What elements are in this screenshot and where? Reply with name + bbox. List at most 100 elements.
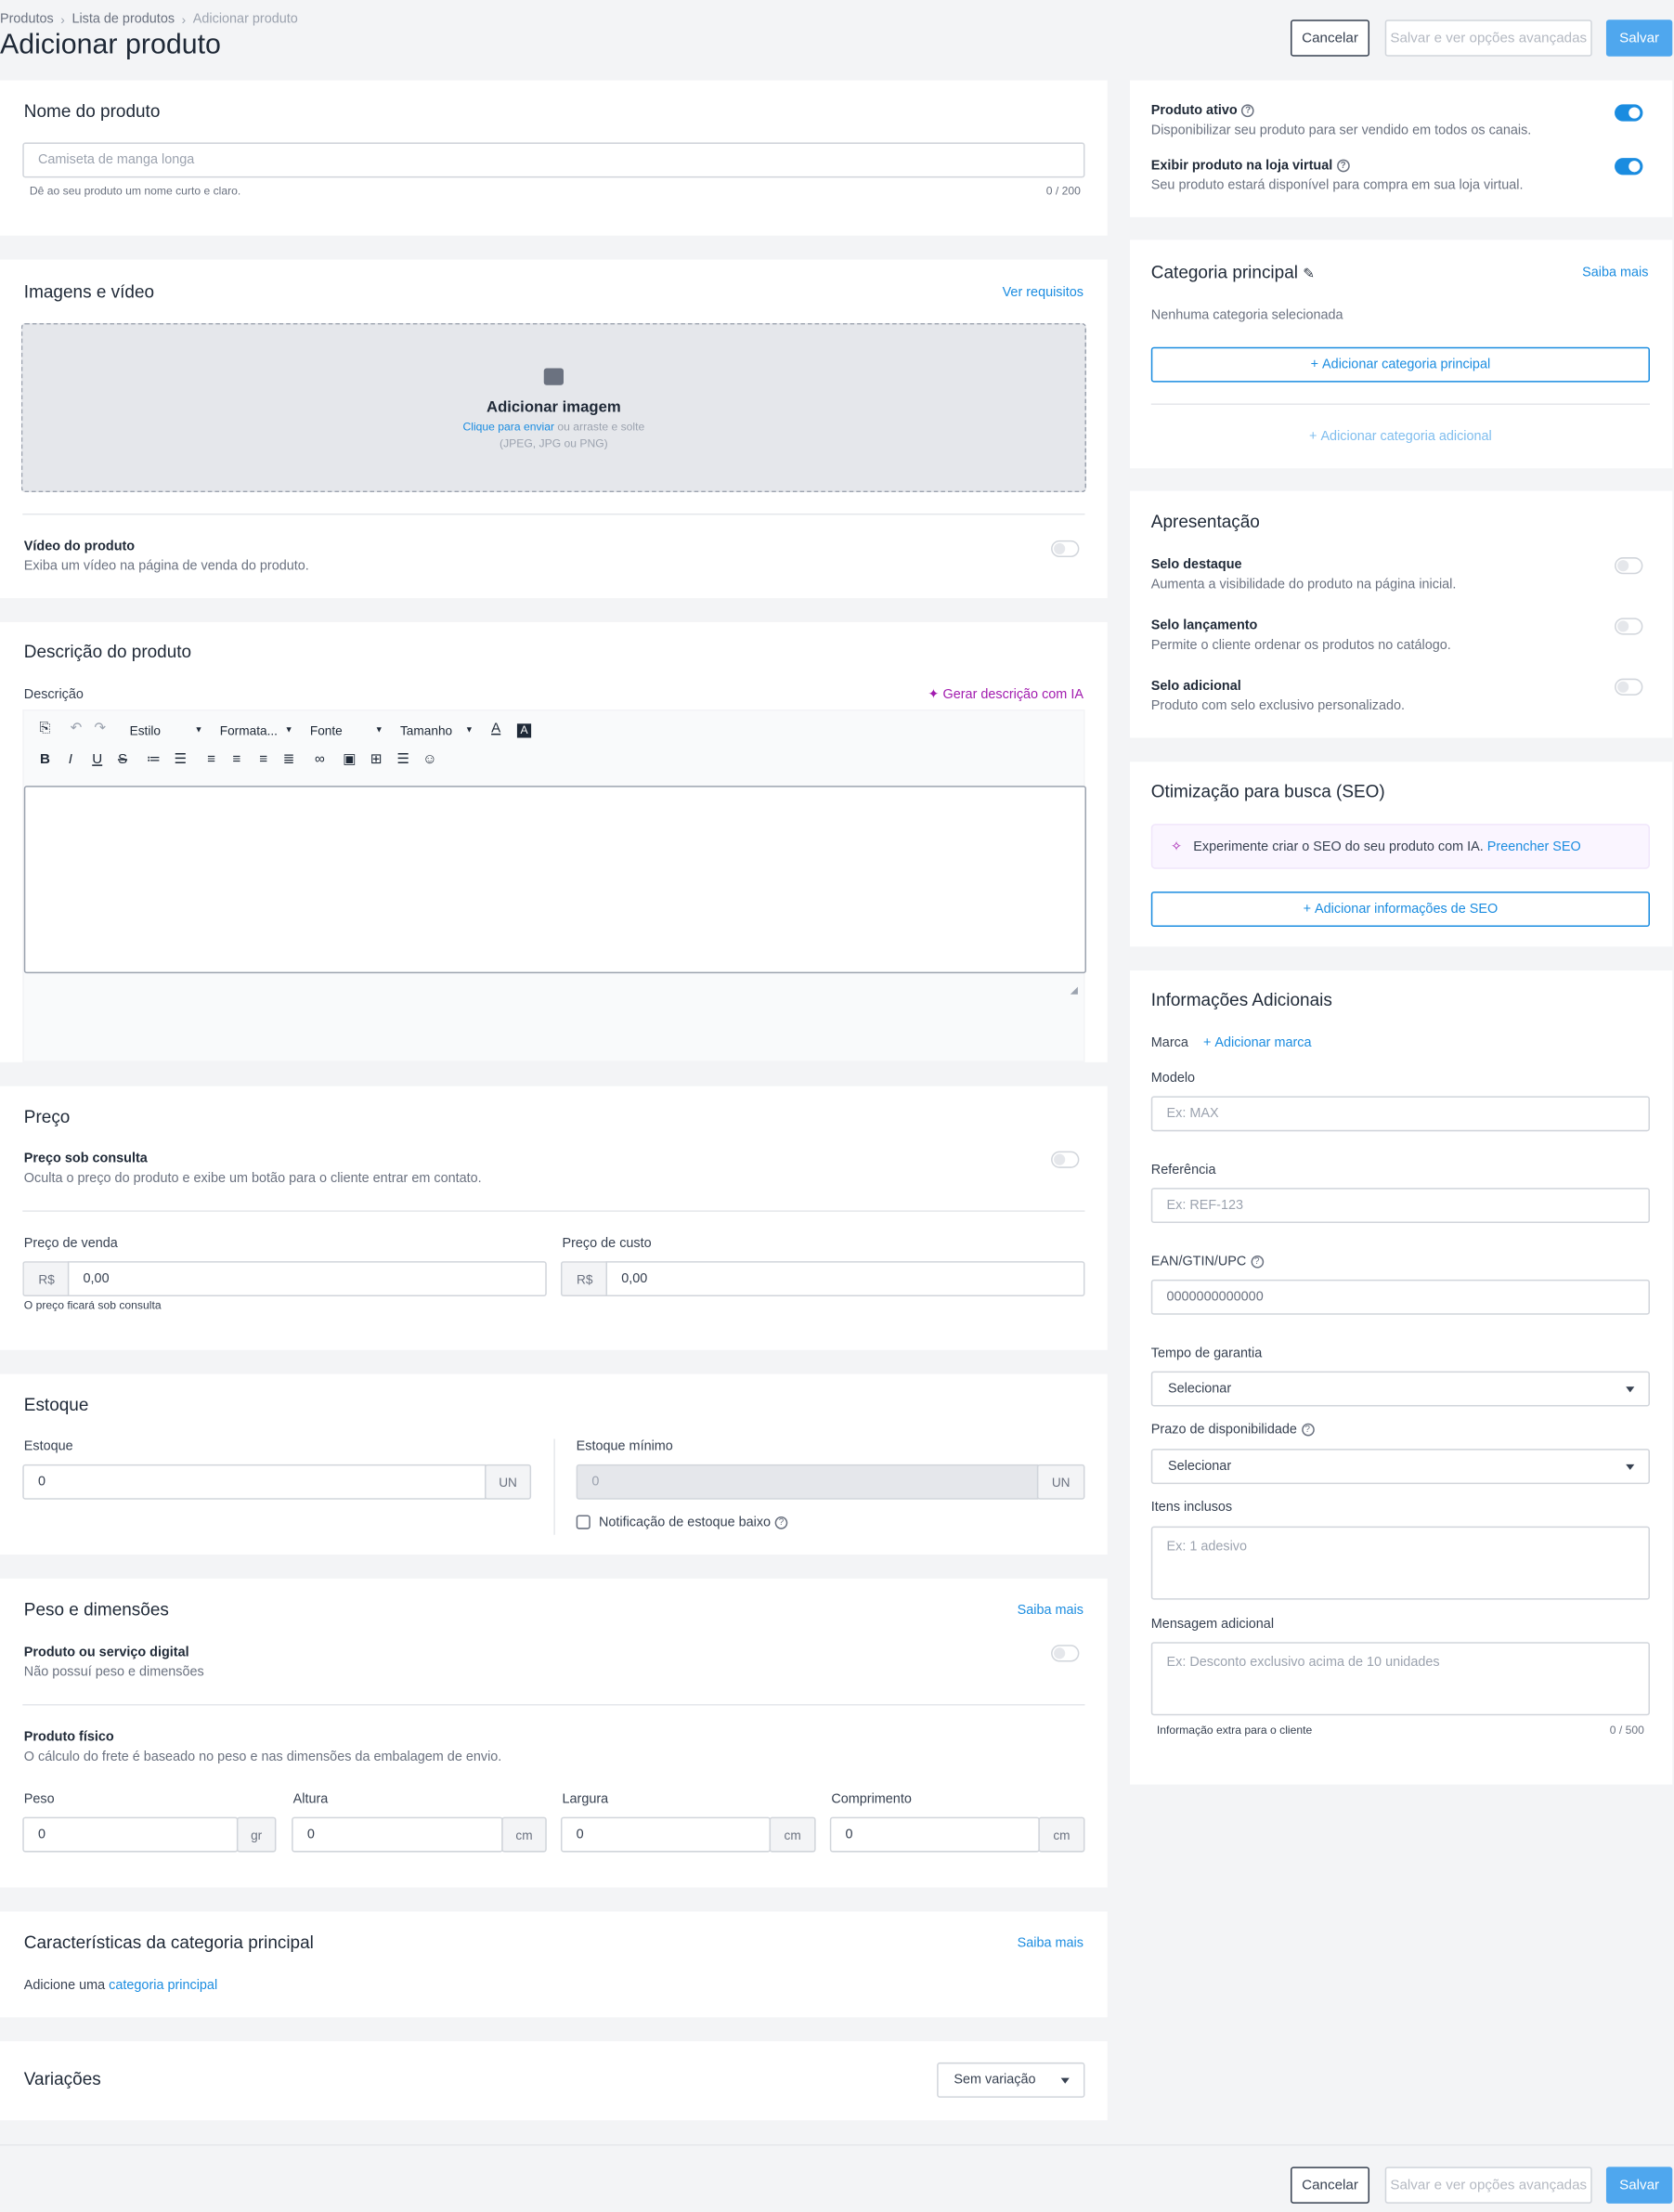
edit-icon[interactable]: ✎ <box>1303 267 1315 282</box>
generate-ai-button[interactable]: ✦ Gerar descrição com IA <box>928 687 1084 703</box>
presentation-card: Apresentação Selo destaque Aumenta a vis… <box>1130 490 1673 738</box>
table-icon[interactable]: ⊞ <box>367 752 386 768</box>
add-brand-link[interactable]: + Adicionar marca <box>1203 1035 1312 1051</box>
width-input[interactable]: 0 <box>560 1816 772 1853</box>
store-title-row: Exibir produto na loja virtual? <box>1151 158 1350 174</box>
ean-input[interactable]: 0000000000000 <box>1150 1279 1650 1315</box>
help-icon[interactable]: ? <box>1336 159 1350 173</box>
reference-label: Referência <box>1150 1162 1216 1178</box>
font-select[interactable]: Fonte ▼ <box>310 723 383 737</box>
add-extra-category-button[interactable]: + Adicionar categoria adicional <box>1151 429 1650 445</box>
extra-seal-toggle[interactable] <box>1615 678 1643 696</box>
formats-text: (JPEG, JPG ou PNG) <box>500 436 608 450</box>
digital-toggle[interactable] <box>1051 1645 1080 1662</box>
plus-icon: + <box>1310 357 1323 373</box>
footer-cancel-button[interactable]: Cancelar <box>1291 2166 1370 2204</box>
plus-icon: + <box>1309 428 1321 445</box>
featured-toggle[interactable] <box>1615 557 1643 575</box>
card-title: Nome do produto <box>23 101 161 122</box>
footer-save-button[interactable]: Salvar <box>1605 2166 1673 2204</box>
emoji-icon[interactable]: ☺ <box>420 752 439 768</box>
launch-toggle[interactable] <box>1615 618 1643 635</box>
fill-seo-link[interactable]: Preencher SEO <box>1487 839 1581 854</box>
breadcrumb-products[interactable]: Produtos <box>0 11 54 27</box>
bg-color-icon[interactable]: A <box>516 723 532 738</box>
align-right-icon[interactable]: ≡ <box>253 752 273 768</box>
generate-ai-label: Gerar descrição com IA <box>942 686 1084 703</box>
reference-input[interactable]: Ex: REF-123 <box>1150 1188 1650 1224</box>
source-icon[interactable]: ⎘ <box>35 721 55 736</box>
image-dropzone[interactable]: Adicionar imagem Clique para enviar ou a… <box>20 322 1086 493</box>
format-select[interactable]: Formata... ▼ <box>220 723 293 737</box>
help-icon[interactable]: ? <box>1301 1423 1315 1437</box>
variation-select[interactable]: Sem variação <box>937 2062 1085 2098</box>
cancel-button[interactable]: Cancelar <box>1291 20 1370 57</box>
learn-more-link[interactable]: Saiba mais <box>1018 1603 1084 1619</box>
help-icon[interactable]: ? <box>1250 1255 1264 1269</box>
chevron-down-icon <box>1626 1386 1635 1393</box>
align-center-icon[interactable]: ≡ <box>227 752 246 768</box>
availability-select[interactable]: Selecionar <box>1150 1449 1650 1485</box>
warranty-select[interactable]: Selecionar <box>1150 1371 1650 1407</box>
align-left-icon[interactable]: ≡ <box>201 752 221 768</box>
save-button[interactable]: Salvar <box>1605 20 1673 57</box>
active-toggle[interactable] <box>1615 104 1643 122</box>
save-advanced-button[interactable]: Salvar e ver opções avançadas <box>1384 20 1592 57</box>
card-title: Variações <box>23 2069 101 2089</box>
card-title: Informações Adicionais <box>1150 990 1332 1010</box>
text-color-icon[interactable]: A <box>487 721 506 736</box>
add-seo-button[interactable]: + Adicionar informações de SEO <box>1150 891 1650 928</box>
requirements-link[interactable]: Ver requisitos <box>1003 285 1084 301</box>
physical-title: Produto físico <box>23 1729 114 1746</box>
add-brand-label: Adicionar marca <box>1214 1035 1312 1051</box>
underline-icon[interactable]: U <box>87 752 107 768</box>
seo-card: Otimização para busca (SEO) ✧ Experiment… <box>1130 761 1673 947</box>
video-toggle[interactable] <box>1051 540 1080 558</box>
click-upload-link[interactable]: Clique para enviar <box>462 421 554 434</box>
image-icon[interactable]: ▣ <box>340 752 359 768</box>
height-input[interactable]: 0 <box>292 1816 503 1853</box>
card-title: Características da categoria principal <box>23 1932 314 1953</box>
learn-more-link[interactable]: Saiba mais <box>1582 266 1648 281</box>
length-input[interactable]: 0 <box>829 1816 1040 1853</box>
bullet-list-icon[interactable]: ☰ <box>171 752 190 768</box>
breadcrumb-product-list[interactable]: Lista de produtos <box>71 11 175 27</box>
style-select[interactable]: Estilo ▼ <box>130 723 203 737</box>
resize-icon[interactable]: ◢ <box>1071 984 1078 996</box>
help-icon[interactable]: ? <box>774 1516 788 1529</box>
redo-icon[interactable]: ↷ <box>90 721 110 736</box>
additional-info-card: Informações Adicionais Marca + Adicionar… <box>1130 970 1673 1785</box>
ordered-list-icon[interactable]: ≔ <box>144 752 163 768</box>
plus-icon: + <box>1303 901 1316 917</box>
weight-input[interactable]: 0 <box>22 1816 239 1853</box>
sale-price-input[interactable]: 0,00 <box>67 1261 547 1297</box>
stock-input[interactable]: 0 <box>22 1464 487 1500</box>
justify-icon[interactable]: ≣ <box>279 752 298 768</box>
cost-price-input[interactable]: 0,00 <box>605 1261 1085 1297</box>
strike-icon[interactable]: S <box>112 752 132 768</box>
footer-save-advanced-button[interactable]: Salvar e ver opções avançadas <box>1384 2166 1592 2204</box>
consult-toggle[interactable] <box>1051 1151 1080 1168</box>
message-textarea[interactable]: Ex: Desconto exclusivo acima de 10 unida… <box>1150 1642 1650 1716</box>
included-items-textarea[interactable]: Ex: 1 adesivo <box>1150 1526 1650 1600</box>
description-textarea[interactable] <box>23 786 1086 974</box>
store-toggle[interactable] <box>1615 158 1643 176</box>
model-input[interactable]: Ex: MAX <box>1150 1096 1650 1132</box>
min-stock-input[interactable]: 0 <box>576 1464 1039 1500</box>
add-image-icon <box>543 368 564 385</box>
add-main-category-button[interactable]: + Adicionar categoria principal <box>1150 346 1650 383</box>
product-name-input[interactable]: Camiseta de manga longa <box>22 142 1085 178</box>
price-card: Preço Preço sob consulta Oculta o preço … <box>0 1086 1108 1350</box>
message-hint: Informação extra para o cliente <box>1156 1724 1313 1737</box>
low-stock-checkbox[interactable] <box>576 1515 590 1529</box>
italic-icon[interactable]: I <box>60 752 80 768</box>
undo-icon[interactable]: ↶ <box>66 721 85 736</box>
help-icon[interactable]: ? <box>1241 104 1254 118</box>
hr-icon[interactable]: ☰ <box>393 752 412 768</box>
main-category-link[interactable]: categoria principal <box>109 1978 217 1994</box>
link-icon[interactable]: ∞ <box>310 752 330 768</box>
bold-icon[interactable]: B <box>35 752 55 768</box>
learn-more-link[interactable]: Saiba mais <box>1018 1935 1084 1951</box>
size-select[interactable]: Tamanho ▼ <box>400 723 474 737</box>
description-card: Descrição do produto Descrição ✦ Gerar d… <box>0 621 1108 1062</box>
